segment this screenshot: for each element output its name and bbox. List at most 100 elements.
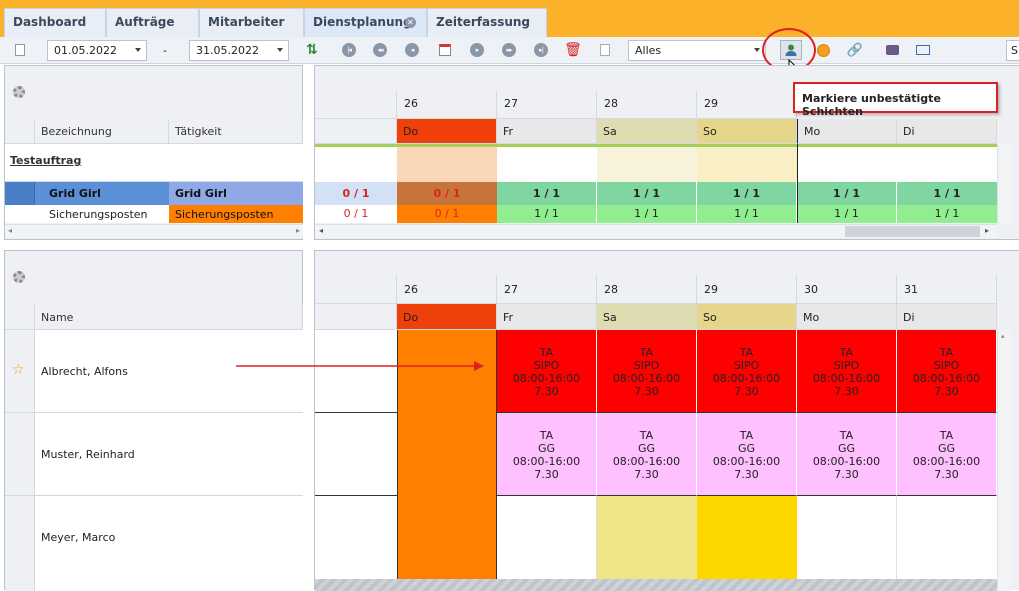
shift-cell[interactable]: TA GG 08:00-16:00 7.30 [797,413,897,496]
shift-cell[interactable]: TA SIPO 08:00-16:00 7.30 [497,330,597,413]
header-blank [5,119,35,144]
gear-icon[interactable] [13,271,25,283]
first-icon[interactable]: |◂ [339,41,359,59]
day-cell[interactable] [597,147,697,182]
col-taetigkeit[interactable]: Tätigkeit [169,119,303,144]
date-from-picker[interactable]: 01.05.2022 [47,40,147,61]
shift-hours: 7.30 [934,385,959,398]
shift-hours: 7.30 [834,385,859,398]
date-to-picker[interactable]: 31.05.2022 [189,40,289,61]
shift-cell[interactable]: TA GG 08:00-16:00 7.30 [497,413,597,496]
coverage-cell[interactable]: 1 / 1 [897,182,997,205]
filter-select[interactable]: Alles [628,40,766,61]
coverage-cell[interactable]: 1 / 1 [497,205,597,223]
employee-row[interactable]: Muster, Reinhard [5,413,303,496]
day-cell[interactable] [315,413,397,496]
day-cell[interactable] [897,496,997,579]
day-cell[interactable] [315,496,397,579]
day-cell[interactable] [397,147,497,182]
date-number: 31 [897,276,997,304]
row-selector[interactable] [5,182,35,205]
row-activity: Sicherungsposten [169,205,303,223]
group-row[interactable]: Testauftrag [5,144,303,182]
date-from-value: 01.05.2022 [54,44,117,57]
employee-row[interactable]: Meyer, Marco [5,496,303,591]
coverage-cell[interactable]: 1 / 1 [597,182,697,205]
table-row[interactable]: Sicherungsposten Sicherungsposten [5,205,303,223]
tab-auftraege[interactable]: Aufträge [106,8,199,37]
shift-time: 08:00-16:00 [712,372,781,385]
shift-cell[interactable]: TA GG 08:00-16:00 7.30 [897,413,997,496]
day-cell[interactable] [597,496,697,579]
last-icon[interactable]: ▸| [531,41,551,59]
tab-dashboard[interactable]: Dashboard [4,8,106,37]
fast-forward-icon[interactable]: ▸▸ [499,41,519,59]
weekday: So [697,119,797,144]
back-icon[interactable]: ◂ [402,41,422,59]
mail-icon[interactable] [913,41,933,59]
star-icon[interactable]: ☆ [12,362,25,378]
row-selector[interactable] [5,413,35,495]
new-document-icon[interactable] [10,41,30,59]
shift-cell[interactable]: TA GG 08:00-16:00 7.30 [697,413,797,496]
employee-panel: Name ☆ Albrecht, Alfons Muster, Reinhard… [4,250,303,591]
coverage-cell[interactable]: 0 / 1 [397,182,497,205]
coverage-cell[interactable]: 1 / 1 [597,205,697,223]
coverage-cell[interactable]: 1 / 1 [897,205,997,223]
tab-dienstplanung[interactable]: Dienstplanung ✕ [304,8,427,37]
scroll-up-icon[interactable]: ▴ [1001,332,1005,340]
shift-activity: SIPO [733,359,760,372]
scroll-right-icon[interactable]: ▸ [296,226,300,235]
shift-code: TA [639,346,654,359]
coverage-cell[interactable]: 1 / 1 [797,182,897,205]
status-circle-icon[interactable] [813,41,833,59]
day-cell[interactable] [697,147,797,182]
vertical-scrollbar[interactable]: ▴ [997,330,1011,591]
row-selector[interactable] [5,496,35,591]
shift-code: TA [539,346,554,359]
tab-mitarbeiter[interactable]: Mitarbeiter [199,8,304,37]
shift-cell[interactable]: TA SIPO 08:00-16:00 7.30 [797,330,897,413]
cut-off-control[interactable]: S [1006,40,1019,61]
day-cell[interactable] [797,496,897,579]
delete-icon[interactable]: 🗑 [563,41,583,59]
shift-cell[interactable]: TA SIPO 08:00-16:00 7.30 [697,330,797,413]
shift-time: 08:00-16:00 [912,455,981,468]
coverage-cell[interactable]: 1 / 1 [497,182,597,205]
shift-time: 08:00-16:00 [512,372,581,385]
shift-cell[interactable]: TA SIPO 08:00-16:00 7.30 [897,330,997,413]
coverage-cell[interactable]: 1 / 1 [797,205,897,223]
link-icon[interactable]: 🔗 [845,41,865,59]
col-name[interactable]: Name [35,304,303,330]
tab-zeiterfassung[interactable]: Zeiterfassung [427,8,547,37]
coverage-cell[interactable]: 1 / 1 [697,182,797,205]
gear-icon[interactable] [13,86,25,98]
shift-cell[interactable]: TA SIPO 08:00-16:00 7.30 [597,330,697,413]
col-bezeichnung[interactable]: Bezeichnung [35,119,169,144]
refresh-icon[interactable]: ⇅ [302,41,322,59]
table-row[interactable]: Grid Girl Grid Girl [5,182,303,205]
date-number: 30 [797,276,897,304]
fast-back-icon[interactable]: ◂◂ [370,41,390,59]
vertical-scrollbar[interactable] [997,144,1011,224]
calendar-icon[interactable] [435,41,455,59]
scroll-left-icon[interactable]: ◂ [319,226,323,235]
weekday: Fr [497,304,597,330]
day-cell[interactable] [497,496,597,579]
close-icon[interactable]: ✕ [405,17,416,28]
coverage-cell[interactable]: 1 / 1 [697,205,797,223]
day-cell[interactable] [697,496,797,579]
coverage-cell[interactable]: 0 / 1 [397,205,497,223]
forward-icon[interactable]: ▸ [467,41,487,59]
shift-cell[interactable]: TA GG 08:00-16:00 7.30 [597,413,697,496]
scroll-thumb[interactable] [845,226,980,237]
date-number: 26 [397,276,497,304]
copy-icon[interactable] [595,41,615,59]
print-icon[interactable] [882,41,902,59]
horizontal-scrollbar[interactable]: ◂ ▸ [315,224,997,238]
cut-off-label: S [1011,44,1018,57]
scroll-left-icon[interactable]: ◂ [8,226,12,235]
scroll-right-icon[interactable]: ▸ [985,226,989,235]
date-number-blank [315,91,397,119]
horizontal-scrollbar[interactable]: ◂ ▸ [5,224,303,238]
